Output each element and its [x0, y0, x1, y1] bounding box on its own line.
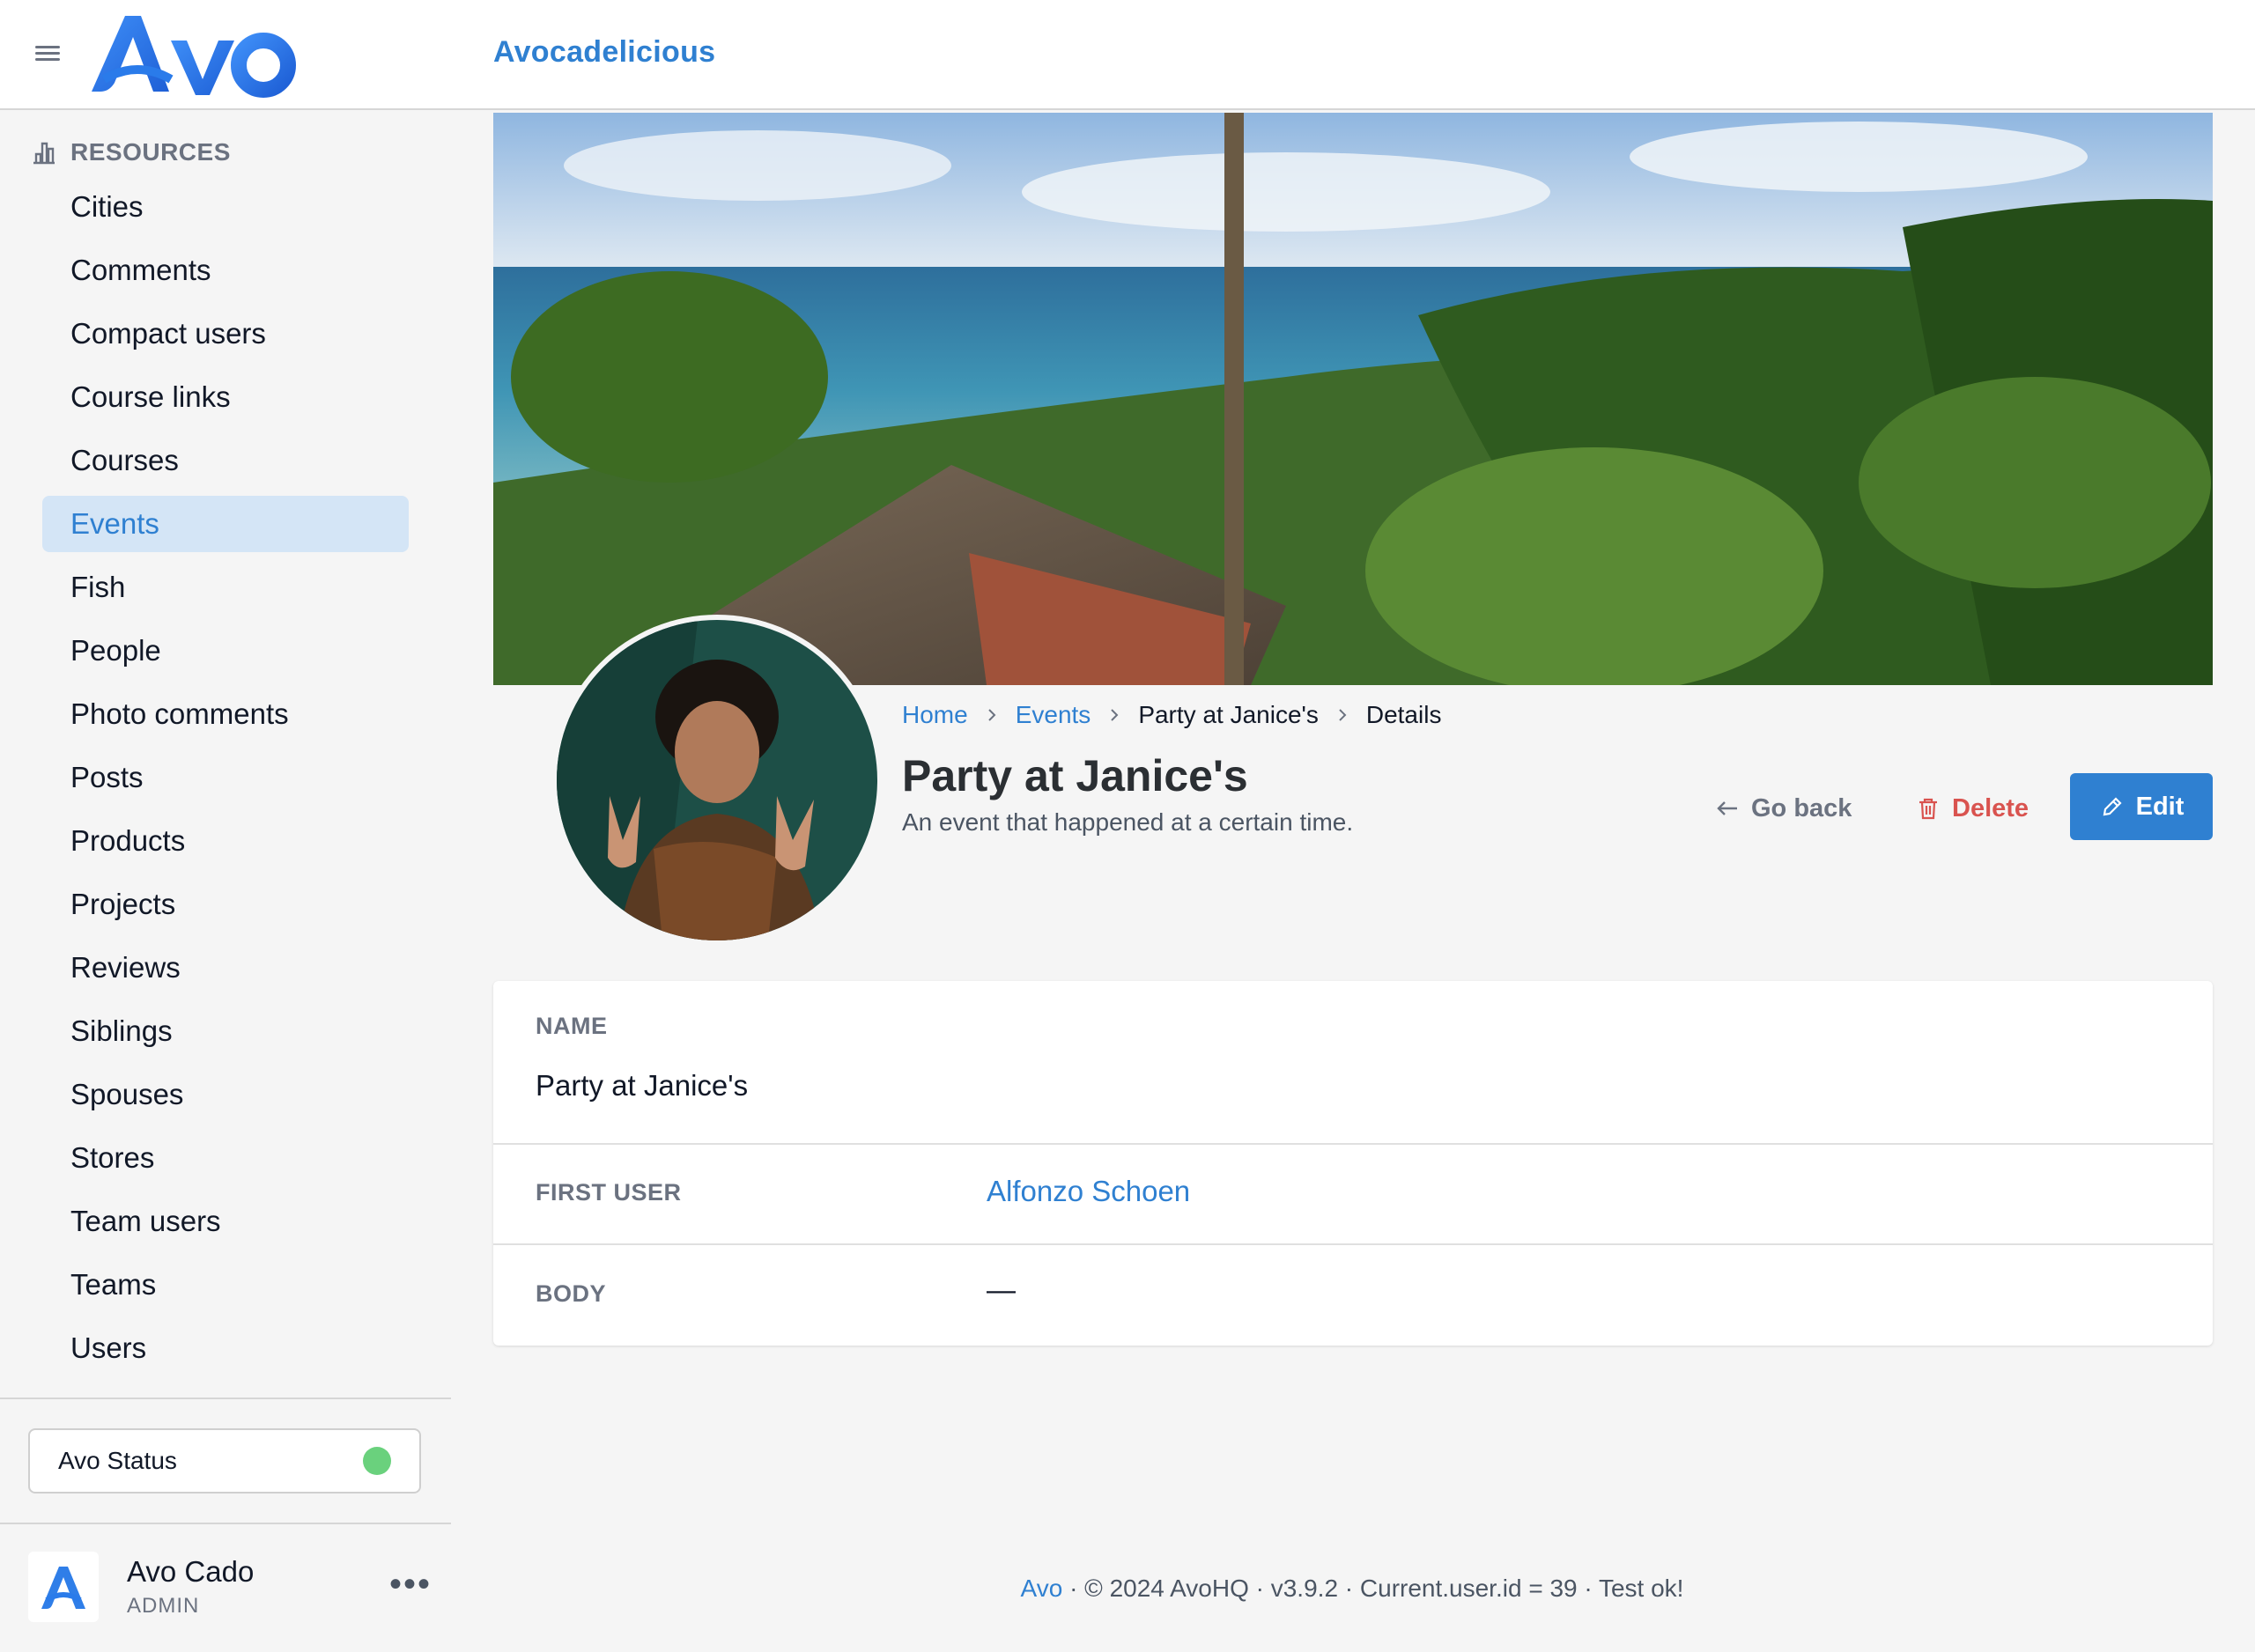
app-name-link[interactable]: Avocadelicious [493, 35, 715, 70]
field-value-first-user-link[interactable]: Alfonzo Schoen [987, 1175, 1190, 1208]
breadcrumb-home[interactable]: Home [902, 701, 968, 729]
trash-icon [1919, 798, 1937, 820]
status-indicator-dot [363, 1447, 391, 1475]
sidebar-item-people[interactable]: People [42, 623, 409, 679]
delete-label: Delete [1952, 793, 2030, 822]
edit-button[interactable]: Edit [2070, 773, 2213, 840]
field-label-name: NAME [536, 1013, 608, 1039]
go-back-button[interactable]: Go back [1714, 789, 1852, 828]
breadcrumb-events[interactable]: Events [1016, 701, 1091, 729]
go-back-label: Go back [1751, 793, 1852, 822]
breadcrumb-record: Party at Janice's [1138, 701, 1319, 728]
row-divider [493, 1143, 2213, 1145]
resources-title: RESOURCES [70, 138, 231, 166]
details-panel: NAME Party at Janice's FIRST USER Alfonz… [493, 981, 2213, 1346]
page-title: Party at Janice's [902, 751, 1248, 800]
sidebar-item-compact-users[interactable]: Compact users [42, 306, 409, 362]
sidebar-item-reviews[interactable]: Reviews [42, 940, 409, 996]
sidebar-divider [0, 1398, 451, 1399]
sidebar: RESOURCES Cities Comments Compact users … [0, 110, 451, 1652]
footer: Avo · © 2024 AvoHQ · v3.9.2 · Current.us… [0, 1575, 2255, 1603]
page-description: An event that happened at a certain time… [902, 808, 1354, 836]
sidebar-item-team-users[interactable]: Team users [42, 1193, 409, 1250]
sidebar-divider-bottom [0, 1523, 451, 1524]
row-divider [493, 1243, 2213, 1245]
sidebar-item-photo-comments[interactable]: Photo comments [42, 686, 409, 742]
sidebar-item-products[interactable]: Products [42, 813, 409, 869]
sidebar-item-cities[interactable]: Cities [42, 179, 409, 235]
sidebar-item-stores[interactable]: Stores [42, 1130, 409, 1186]
field-value-name: Party at Janice's [536, 1069, 749, 1102]
chevron-right-icon [987, 709, 996, 721]
chevron-right-icon [1111, 709, 1119, 721]
footer-avo-link[interactable]: Avo [1021, 1575, 1063, 1602]
sidebar-item-teams[interactable]: Teams [42, 1257, 409, 1313]
breadcrumb-current: Details [1365, 701, 1442, 728]
record-avatar [551, 615, 883, 946]
cover-photo [493, 113, 2213, 685]
pencil-icon [2103, 797, 2122, 816]
sidebar-item-projects[interactable]: Projects [42, 876, 409, 933]
footer-text: · © 2024 AvoHQ · v3.9.2 · Current.user.i… [1062, 1575, 1684, 1602]
sidebar-item-courses[interactable]: Courses [42, 432, 409, 489]
avatar-photo [557, 620, 877, 940]
avo-logo[interactable] [85, 11, 296, 99]
sidebar-item-course-links[interactable]: Course links [42, 369, 409, 425]
field-label-body: BODY [536, 1280, 607, 1307]
resources-nav: Cities Comments Compact users Course lin… [42, 179, 409, 1383]
top-navbar: Avocadelicious [0, 0, 2255, 110]
delete-button[interactable]: Delete [1915, 789, 2029, 828]
sidebar-item-comments[interactable]: Comments [42, 242, 409, 299]
resources-header: RESOURCES [30, 136, 231, 168]
sidebar-item-spouses[interactable]: Spouses [42, 1066, 409, 1123]
chevron-right-icon [1339, 709, 1347, 721]
chart-bars-icon [33, 142, 55, 165]
breadcrumb: Home Events Party at Janice's Details [902, 701, 1441, 729]
sidebar-item-users[interactable]: Users [42, 1320, 409, 1376]
sidebar-item-posts[interactable]: Posts [42, 749, 409, 806]
sidebar-item-siblings[interactable]: Siblings [42, 1003, 409, 1059]
avo-status-label: Avo Status [58, 1447, 177, 1474]
field-label-first-user: FIRST USER [536, 1179, 682, 1206]
avo-status-button[interactable]: Avo Status [28, 1428, 421, 1493]
field-value-body: — [987, 1273, 1016, 1306]
arrow-left-icon [1717, 801, 1737, 815]
sidebar-item-fish[interactable]: Fish [42, 559, 409, 616]
edit-label: Edit [2135, 792, 2185, 821]
sidebar-item-events[interactable]: Events [42, 496, 409, 552]
menu-icon[interactable] [35, 42, 60, 67]
